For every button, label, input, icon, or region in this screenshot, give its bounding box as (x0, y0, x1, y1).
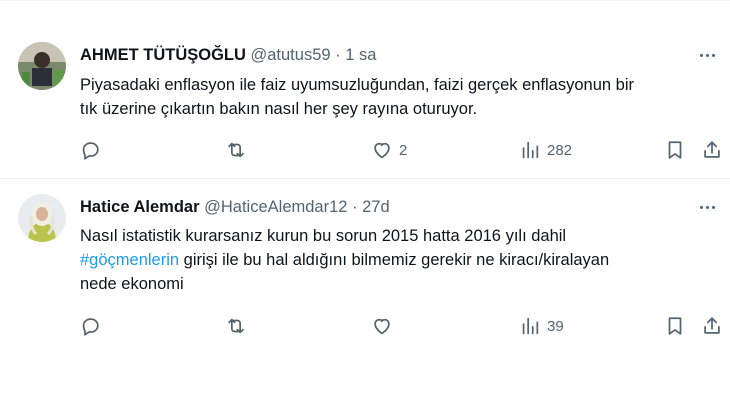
reply-button[interactable] (79, 315, 101, 337)
bookmark-button[interactable] (664, 315, 686, 337)
tweet-text-segment: girişi ile bu hal aldığını bilmemiz gere… (179, 251, 610, 269)
like-button[interactable]: 2 (371, 139, 407, 161)
retweet-button[interactable] (225, 139, 247, 161)
share-icon (704, 317, 720, 334)
tweet-text-line: #göçmenlerin girişi ile bu hal aldığını … (80, 248, 720, 272)
tweet-2[interactable]: Hatice Alemdar @HaticeAlemdar12 · 27d Na… (0, 179, 730, 349)
views-icon (522, 317, 539, 335)
heart-icon (374, 318, 390, 335)
tweet-text-line: tık üzerine çıkartın bakın nasıl her şey… (80, 100, 478, 118)
reply-icon (82, 318, 99, 336)
tweet-text: Nasıl istatistik kurarsanız kurun bu sor… (80, 224, 720, 296)
author-meta[interactable]: @atutus59 · 1 sa (251, 46, 377, 64)
like-count: 2 (399, 141, 408, 159)
views-button[interactable]: 282 (519, 139, 572, 161)
views-button[interactable]: 39 (519, 315, 564, 337)
tweet-text: Piyasadaki enflasyon ile faiz uyumsuzluğ… (80, 73, 720, 121)
like-button[interactable] (371, 315, 393, 337)
avatar[interactable] (18, 194, 66, 242)
share-button[interactable] (701, 315, 723, 337)
share-button[interactable] (701, 139, 723, 161)
author-meta[interactable]: @HaticeAlemdar12 · 27d (204, 198, 390, 216)
tweet-header: Hatice Alemdar @HaticeAlemdar12 · 27d (80, 196, 390, 218)
retweet-icon (228, 142, 244, 158)
more-icon[interactable] (692, 44, 722, 66)
avatar[interactable] (18, 42, 66, 90)
author-name[interactable]: Hatice Alemdar (80, 198, 200, 216)
bookmark-button[interactable] (664, 139, 686, 161)
tweet-1[interactable]: AHMET TÜTÜŞOĞLU @atutus59 · 1 sa Piyasad… (0, 0, 730, 178)
bookmark-icon (668, 317, 682, 335)
tweet-header: AHMET TÜTÜŞOĞLU @atutus59 · 1 sa (80, 44, 376, 66)
more-icon[interactable] (692, 196, 722, 218)
retweet-icon (228, 318, 244, 334)
share-icon (704, 141, 720, 158)
reply-button[interactable] (79, 139, 101, 161)
tweet-text-line: nede ekonomi (80, 275, 184, 293)
bookmark-icon (668, 141, 682, 159)
hashtag-link[interactable]: #göçmenlerin (80, 251, 179, 269)
author-name[interactable]: AHMET TÜTÜŞOĞLU (80, 46, 246, 64)
heart-icon (374, 142, 390, 159)
retweet-button[interactable] (225, 315, 247, 337)
views-icon (522, 141, 539, 159)
reply-icon (82, 142, 99, 160)
tweet-text-line: Nasıl istatistik kurarsanız kurun bu sor… (80, 227, 567, 245)
views-count: 282 (547, 141, 573, 159)
tweet-text-line: Piyasadaki enflasyon ile faiz uyumsuzluğ… (80, 76, 634, 94)
views-count: 39 (547, 317, 564, 335)
